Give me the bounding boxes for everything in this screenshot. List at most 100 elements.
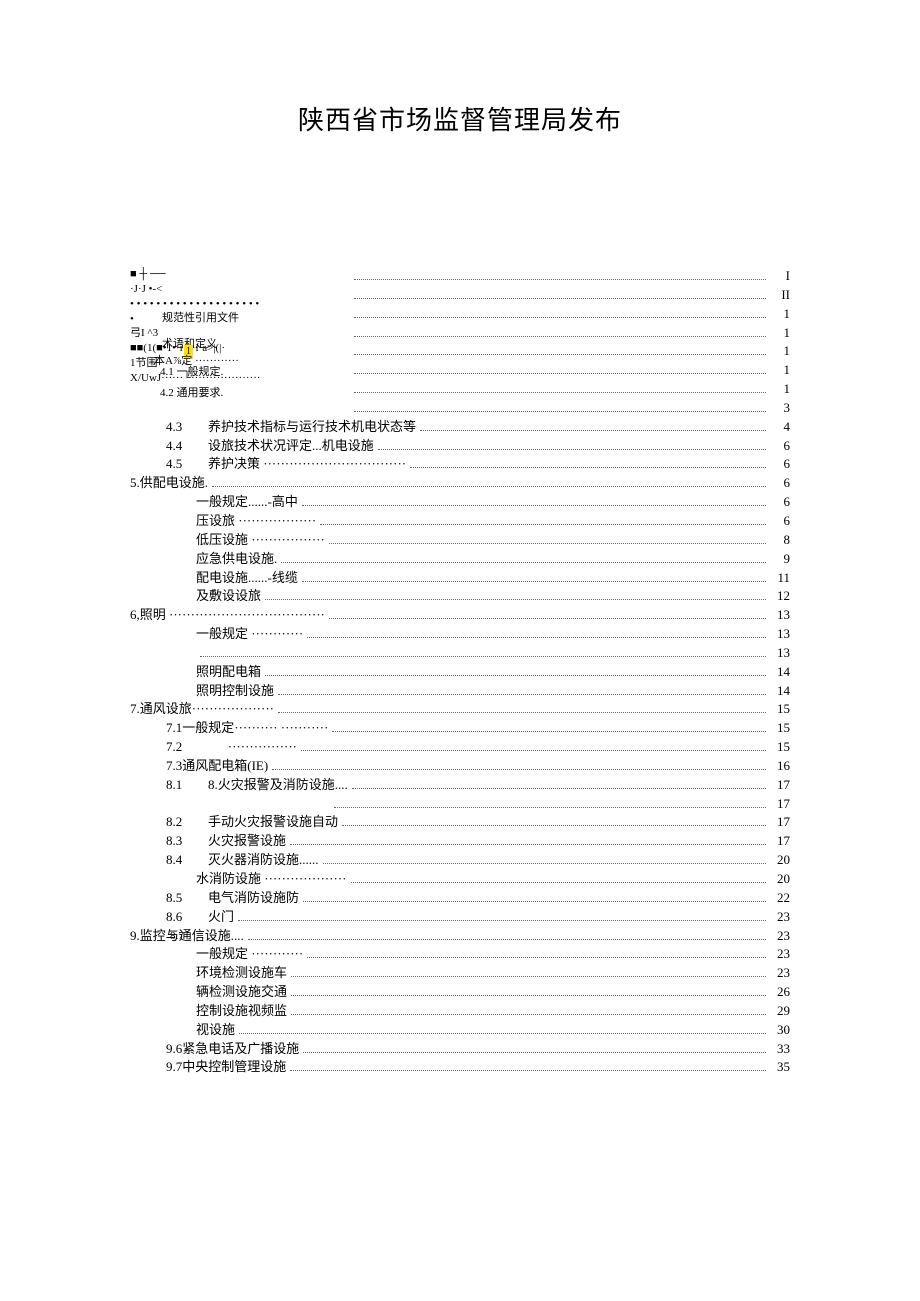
toc-page: 22 bbox=[770, 889, 790, 908]
toc-num: 8.6 bbox=[130, 908, 208, 927]
toc-page: 15 bbox=[770, 738, 790, 757]
toc-page: 14 bbox=[770, 663, 790, 682]
toc-page: 23 bbox=[770, 945, 790, 964]
toc-row: 一般规定 ············23 bbox=[130, 945, 790, 964]
toc-page: 1 bbox=[770, 380, 790, 399]
toc-page: 15 bbox=[770, 700, 790, 719]
toc-label: 辆检测设施交通 bbox=[130, 983, 287, 1002]
toc-row: 8.4灭火器消防设施......20 bbox=[130, 851, 790, 870]
toc-label: 7.3通风配电箱(IE) bbox=[130, 757, 268, 776]
toc-label: 规范性引用文件 bbox=[162, 311, 239, 326]
toc-leader bbox=[303, 890, 766, 901]
toc-leader bbox=[272, 759, 766, 770]
prelude-block: ■ ┼ ── ·J·J •-< • • • • • • • • • • • • … bbox=[130, 267, 261, 386]
toc-page: 6 bbox=[770, 512, 790, 531]
toc-page: 13 bbox=[770, 606, 790, 625]
toc-leader bbox=[354, 325, 766, 336]
toc-leader bbox=[354, 269, 766, 280]
toc-page: 6 bbox=[770, 493, 790, 512]
toc-page: I bbox=[770, 267, 790, 286]
toc-page: 30 bbox=[770, 1021, 790, 1040]
toc-leader bbox=[265, 664, 766, 675]
toc-label: 4.2 通用要求. bbox=[160, 386, 223, 401]
toc-leader bbox=[303, 1041, 766, 1052]
prelude-line: ■ ┼ ── bbox=[130, 267, 261, 282]
toc-label: 灭火器消防设施...... bbox=[208, 851, 319, 870]
toc-row: 及敷设设旅 12 bbox=[130, 587, 790, 606]
prelude-line: • • • • • • • • • • • • • • • • • • • • bbox=[130, 297, 261, 312]
toc-leader bbox=[238, 909, 766, 920]
toc-page: 13 bbox=[770, 625, 790, 644]
toc-row: 一般规定......-高中 6 bbox=[130, 493, 790, 512]
toc-label: 养护决策 ································· bbox=[208, 455, 406, 474]
toc-row: 4.3养护技术指标与运行技术机电状态等4 bbox=[130, 418, 790, 437]
toc-label: 配电设施......-线缆 bbox=[130, 569, 298, 588]
toc-row: 3 bbox=[130, 399, 790, 418]
toc-row: 8.3火灾报警设施17 bbox=[130, 832, 790, 851]
toc-section-label: 5.供配电设施. bbox=[130, 474, 208, 493]
toc-page: 15 bbox=[770, 719, 790, 738]
toc-page: 6 bbox=[770, 437, 790, 456]
toc-label: 及敷设设旅 bbox=[130, 587, 261, 606]
toc-label: 视设施 bbox=[130, 1021, 235, 1040]
toc-label: 水消防设施 ··················· bbox=[130, 870, 347, 889]
toc-section-label: 7.通风设旅··················· bbox=[130, 700, 274, 719]
toc-row: 17 bbox=[130, 795, 790, 814]
toc-leader bbox=[410, 457, 766, 468]
toc-page: 23 bbox=[770, 908, 790, 927]
toc-page: II bbox=[770, 286, 790, 305]
toc-label: 压设旅 ·················· bbox=[130, 512, 316, 531]
toc-leader bbox=[329, 608, 766, 619]
toc-page: 35 bbox=[770, 1058, 790, 1077]
toc-row: 辆检测设施交通26 bbox=[130, 983, 790, 1002]
document-page: 陕西省市场监督管理局发布 ■ ┼ ── ·J·J •-< • • • • • •… bbox=[0, 0, 920, 1117]
toc-num: 8.4 bbox=[130, 851, 208, 870]
toc-row: 8.5电气消防设施防22 bbox=[130, 889, 790, 908]
toc-leader bbox=[290, 1060, 766, 1071]
toc-row: 7.3通风配电箱(IE)16 bbox=[130, 757, 790, 776]
toc-page: 17 bbox=[770, 795, 790, 814]
toc-leader bbox=[291, 1004, 766, 1015]
toc-page: 12 bbox=[770, 587, 790, 606]
toc-leader bbox=[278, 683, 766, 694]
toc-label: 8.火灾报警及消防设施.... bbox=[208, 776, 348, 795]
toc-label: 低压设施 ················· bbox=[130, 531, 325, 550]
toc-row: 8.6火门 23 bbox=[130, 908, 790, 927]
toc-num: 8.3 bbox=[130, 832, 208, 851]
toc-leader bbox=[307, 627, 766, 638]
toc-row: 环境检测设施车23 bbox=[130, 964, 790, 983]
toc-row: 压设旅 ·················· 6 bbox=[130, 512, 790, 531]
toc-row: 9.6紧急电话及广播设施33 bbox=[130, 1040, 790, 1059]
toc-leader bbox=[352, 777, 766, 788]
toc-row: 4.4设旅技术状况评定...机电设施6 bbox=[130, 437, 790, 456]
toc-label: 电气消防设施防 bbox=[208, 889, 299, 908]
toc-label: 火门 bbox=[208, 908, 234, 927]
toc-label: 养护技术指标与运行技术机电状态等 bbox=[208, 418, 416, 437]
toc-label: 一般规定......-高中 bbox=[130, 493, 298, 512]
toc-label: 应急供电设施. bbox=[130, 550, 277, 569]
toc-page: 13 bbox=[770, 644, 790, 663]
toc-leader bbox=[420, 419, 766, 430]
toc-row: 7.1一般规定·········· ···········15 bbox=[130, 719, 790, 738]
toc-leader bbox=[265, 589, 766, 600]
toc-row: 控制设施视频监29 bbox=[130, 1002, 790, 1021]
toc-page: 20 bbox=[770, 870, 790, 889]
toc-row: 6,照明 ···································… bbox=[130, 606, 790, 625]
toc-leader bbox=[200, 645, 766, 656]
toc-leader bbox=[212, 476, 766, 487]
toc-label: 设旅技术状况评定...机电设施 bbox=[208, 437, 374, 456]
toc-row: 13 bbox=[130, 644, 790, 663]
toc-num: 8.2 bbox=[130, 813, 208, 832]
toc-page: 3 bbox=[770, 399, 790, 418]
toc-row: 7.通风设旅··················· 15 bbox=[130, 700, 790, 719]
toc-num-overlay: 8.7 bbox=[170, 929, 184, 945]
toc-label: 7.2 ················ bbox=[130, 738, 297, 757]
toc-leader bbox=[248, 928, 766, 939]
toc-row: 一般规定 ············13 bbox=[130, 625, 790, 644]
toc-row: 低压设施 ·················8 bbox=[130, 531, 790, 550]
toc-leader bbox=[354, 401, 766, 412]
toc-page: 23 bbox=[770, 927, 790, 946]
toc-row: 水消防设施 ··················· 20 bbox=[130, 870, 790, 889]
toc-row: 配电设施......-线缆11 bbox=[130, 569, 790, 588]
toc-page: 6 bbox=[770, 455, 790, 474]
